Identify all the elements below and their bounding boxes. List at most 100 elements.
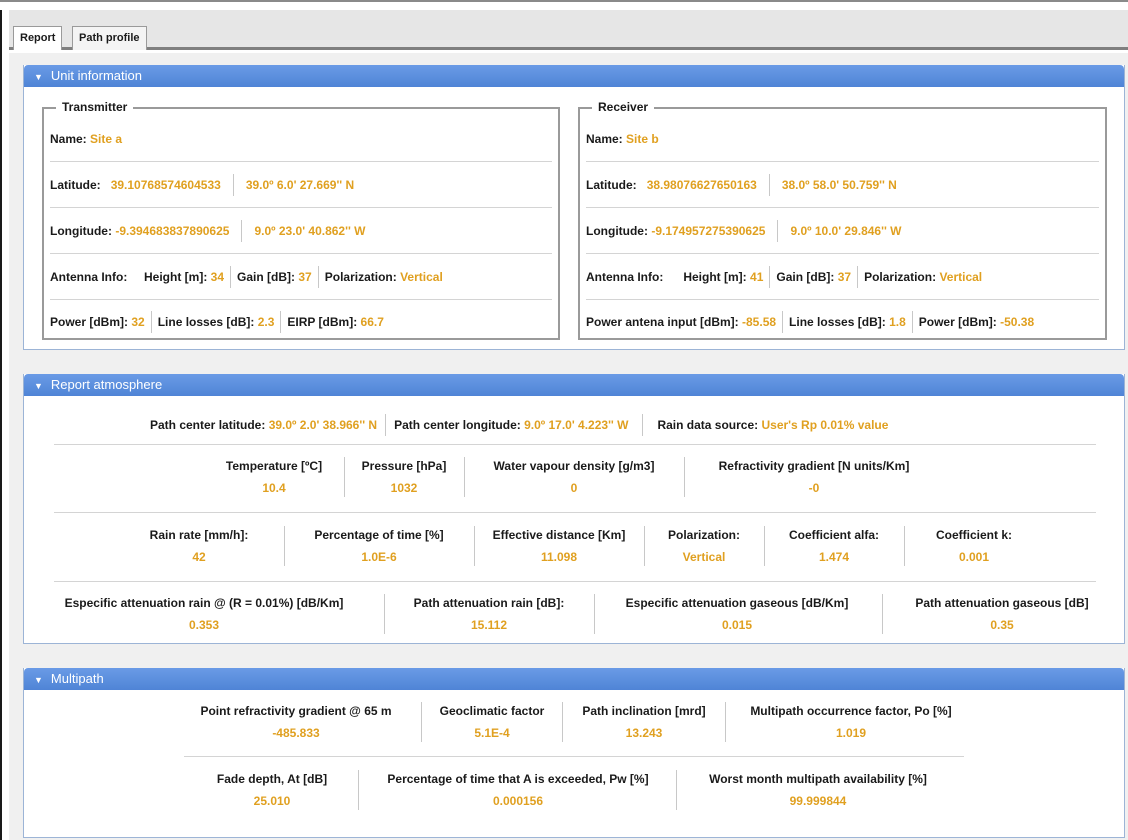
divider (54, 512, 1096, 513)
rx-power-row: Power antena input [dBm]: -85.58 Line lo… (586, 299, 1099, 344)
separator (911, 310, 913, 333)
receiver-legend: Receiver (592, 100, 655, 114)
coefficient-alfa-value: 1.474 (818, 550, 850, 564)
pressure-value: 1032 (390, 481, 418, 495)
path-inclination-value: 13.243 (625, 726, 663, 740)
tab-path-profile[interactable]: Path profile (72, 26, 147, 50)
unit-information-panel: ▼ Unit information Transmitter Name: Site… (23, 65, 1125, 350)
separator (317, 266, 319, 288)
path-center-lon-label: Path center longitude: (394, 418, 521, 432)
unit-information-header[interactable]: ▼ Unit information (24, 65, 1124, 87)
tx-eirp-value: 66.7 (360, 314, 384, 329)
divider (54, 444, 1096, 445)
rx-height-value: 41 (750, 270, 764, 284)
rain-rate-label: Rain rate [mm/h]: (149, 528, 249, 542)
separator (676, 770, 677, 810)
separator (280, 310, 282, 333)
rx-longitude-row: Longitude: -9.174957275390625 9.0º 10.0'… (586, 209, 1099, 254)
temperature-value: 10.4 (262, 481, 286, 495)
tx-power-label: Power [dBm]: (50, 314, 128, 329)
tx-name-value: Site a (90, 132, 123, 146)
report-atmosphere-header[interactable]: ▼ Report atmosphere (24, 374, 1124, 396)
specific-attenuation-rain-value: 0.353 (188, 618, 220, 632)
point-refractivity-label: Point refractivity gradient @ 65 m (200, 704, 392, 718)
tx-name-label: Name: (50, 132, 87, 146)
rx-line-losses-label: Line losses [dB]: (789, 314, 886, 329)
report-content: ▼ Unit information Transmitter Name: Site… (9, 53, 1128, 840)
path-center-row: Path center latitude: 39.0º 2.0' 38.966'… (150, 414, 888, 436)
tx-power-row: Power [dBm]: 32 Line losses [dB]: 2.3 EI… (50, 299, 552, 344)
multipath-occurrence-label: Multipath occurrence factor, Po [%] (750, 704, 952, 718)
unit-information-title: Unit information (50, 68, 142, 83)
tab-report[interactable]: Report (13, 26, 63, 50)
tx-height-value: 34 (210, 270, 225, 284)
tx-longitude-label: Longitude: (50, 224, 112, 238)
tx-antenna-label: Antenna Info: (50, 270, 128, 284)
rx-longitude-decimal: -9.174957275390625 (651, 224, 766, 238)
rx-power-label: Power [dBm]: (918, 314, 997, 329)
multipath-panel: ▼ Multipath Point refractivity gradient @… (23, 668, 1125, 838)
tx-polarization-label: Polarization: (324, 270, 397, 284)
rx-polarization-label: Polarization: (864, 270, 937, 284)
temperature-cell: Temperature [ºC] 10.4 (204, 459, 344, 495)
path-center-lat-label: Path center latitude: (150, 418, 266, 432)
tx-longitude-dms: 9.0º 23.0' 40.862'' W (254, 224, 366, 238)
report-atmosphere-panel: ▼ Report atmosphere Path center latitude:… (23, 374, 1125, 644)
refractivity-gradient-label: Refractivity gradient [N units/Km] (718, 459, 910, 473)
rx-name-label: Name: (586, 132, 623, 146)
separator (769, 266, 771, 288)
rx-name-value: Site b (626, 132, 659, 146)
path-attenuation-gaseous-label: Path attenuation gaseous [dB] (915, 596, 1089, 610)
tx-name-row: Name: Site a (50, 117, 552, 162)
report-atmosphere-title: Report atmosphere (50, 377, 163, 392)
atmo-polarization-label: Polarization: (667, 528, 740, 542)
worst-month-availability-label: Worst month multipath availability [%] (709, 772, 927, 786)
fade-depth-label: Fade depth, At [dB] (216, 772, 328, 786)
separator (230, 266, 232, 288)
coefficient-alfa-cell: Coefficient alfa: 1.474 (764, 528, 904, 564)
multipath-header[interactable]: ▼ Multipath (24, 668, 1124, 690)
multipath-occurrence-cell: Multipath occurrence factor, Po [%] 1.01… (726, 704, 976, 740)
rx-latitude-label: Latitude: (586, 178, 637, 192)
coefficient-k-label: Coefficient k: (935, 528, 1012, 542)
tx-latitude-dms: 39.0º 6.0' 27.669'' N (245, 178, 355, 192)
tx-eirp-label: EIRP [dBm]: (287, 314, 358, 329)
separator (385, 414, 387, 436)
atmo-polarization-cell: Polarization: Vertical (644, 528, 764, 564)
rx-antenna-row: Antenna Info: Height [m]: 41 Gain [dB]: … (586, 255, 1099, 300)
path-attenuation-rain-label: Path attenuation rain [dB]: (413, 596, 565, 610)
water-vapour-value: 0 (570, 481, 578, 495)
separator (150, 310, 152, 333)
rain-source-label: Rain data source: (657, 418, 759, 432)
specific-attenuation-rain-cell: Especific attenuation rain @ (R = 0.01%)… (28, 596, 380, 632)
refractivity-gradient-value: -0 (808, 481, 820, 495)
rain-source-value: User's Rp 0.01% value (761, 418, 889, 432)
separator (857, 266, 859, 288)
worst-month-availability-value: 99.999844 (789, 794, 847, 808)
rx-longitude-label: Longitude: (586, 224, 648, 238)
percentage-time-label: Percentage of time [%] (314, 528, 444, 542)
tx-gain-label: Gain [dB]: (237, 270, 296, 284)
geoclimatic-factor-label: Geoclimatic factor (439, 704, 545, 718)
rx-antenna-label: Antenna Info: (586, 270, 664, 284)
separator (232, 174, 234, 196)
receiver-group: Receiver Name: Site b Latitude: 38.98076… (578, 100, 1107, 340)
rx-longitude-dms: 9.0º 10.0' 29.846'' W (790, 224, 902, 238)
percentage-exceeded-label: Percentage of time that A is exceeded, P… (387, 772, 649, 786)
coefficient-k-value: 0.001 (958, 550, 990, 564)
divider (54, 581, 1096, 582)
tx-longitude-decimal: -9.394683837890625 (115, 224, 230, 238)
path-center-lat-value: 39.0º 2.0' 38.966'' N (268, 418, 378, 432)
multipath-occurrence-value: 1.019 (835, 726, 867, 740)
collapse-arrow-icon: ▼ (34, 381, 43, 391)
fade-depth-value: 25.010 (253, 794, 291, 808)
rx-power-input-label: Power antena input [dBm]: (586, 314, 739, 329)
collapse-arrow-icon: ▼ (34, 675, 43, 685)
atmo-polarization-value: Vertical (682, 550, 726, 564)
specific-attenuation-gaseous-label: Especific attenuation gaseous [dB/Km] (625, 596, 849, 610)
rx-height-label: Height [m]: (683, 270, 747, 284)
path-attenuation-gaseous-value: 0.35 (990, 618, 1014, 632)
rx-power-value: -50.38 (1000, 314, 1035, 329)
effective-distance-value: 11.098 (540, 550, 578, 564)
separator (882, 594, 883, 634)
